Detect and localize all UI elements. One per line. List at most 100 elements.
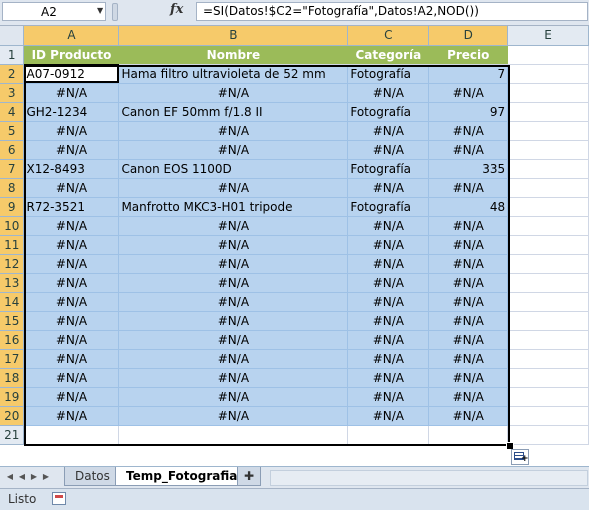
cell-a[interactable]: #N/A	[23, 273, 120, 293]
cell-b[interactable]: #N/A	[118, 273, 349, 293]
header-cell-categoria[interactable]: Categoría	[347, 45, 430, 65]
cell-e[interactable]	[507, 387, 589, 407]
cell-e[interactable]	[507, 178, 589, 198]
row-header[interactable]: 15	[0, 311, 25, 331]
cell-e[interactable]	[507, 121, 589, 141]
cell-c[interactable]: #N/A	[347, 368, 430, 388]
cell-a[interactable]: #N/A	[23, 254, 120, 274]
cell-d[interactable]: #N/A	[428, 235, 509, 255]
cell-d[interactable]: #N/A	[428, 349, 509, 369]
cell-b[interactable]: #N/A	[118, 235, 349, 255]
empty-cell[interactable]	[118, 425, 349, 445]
row-header[interactable]: 7	[0, 159, 25, 179]
cell-b[interactable]: #N/A	[118, 292, 349, 312]
cell-c[interactable]: Fotografía	[347, 102, 430, 122]
cell-a[interactable]: #N/A	[23, 368, 120, 388]
cell-b[interactable]: Canon EOS 1100D	[118, 159, 349, 179]
cell-a[interactable]: R72-3521	[23, 197, 120, 217]
cell-c[interactable]: #N/A	[347, 273, 430, 293]
tab-temp-fotografia[interactable]: Temp_Fotografia	[115, 467, 249, 486]
cell-b[interactable]: #N/A	[118, 83, 349, 103]
cell-b[interactable]: Canon EF 50mm f/1.8 II	[118, 102, 349, 122]
cell-b[interactable]: #N/A	[118, 178, 349, 198]
cell-d[interactable]: 48	[428, 197, 509, 217]
cell-a[interactable]: #N/A	[23, 349, 120, 369]
cell-d[interactable]: #N/A	[428, 311, 509, 331]
formula-input[interactable]: =SI(Datos!$C2="Fotografía",Datos!A2,NOD(…	[196, 2, 588, 21]
cell-d[interactable]: #N/A	[428, 368, 509, 388]
cell-b[interactable]: Hama filtro ultravioleta de 52 mm	[118, 64, 349, 84]
cell-c[interactable]: Fotografía	[347, 197, 430, 217]
column-header-c[interactable]: C	[347, 26, 430, 46]
empty-cell[interactable]	[347, 425, 430, 445]
empty-cell[interactable]	[507, 425, 589, 445]
cell-e[interactable]	[507, 330, 589, 350]
cell-a[interactable]: #N/A	[23, 235, 120, 255]
cell-c[interactable]: #N/A	[347, 235, 430, 255]
cell-c[interactable]: Fotografía	[347, 159, 430, 179]
row-header[interactable]: 4	[0, 102, 25, 122]
row-header[interactable]: 14	[0, 292, 25, 312]
row-header[interactable]: 13	[0, 273, 25, 293]
cell-a[interactable]: #N/A	[23, 311, 120, 331]
row-header[interactable]: 17	[0, 349, 25, 369]
row-header[interactable]: 20	[0, 406, 25, 426]
cell-e[interactable]	[507, 406, 589, 426]
insert-sheet-icon[interactable]: ✚	[237, 467, 262, 486]
horizontal-scrollbar[interactable]	[270, 470, 588, 486]
select-all-corner[interactable]	[0, 26, 25, 46]
cell-e[interactable]	[507, 349, 589, 369]
cell-c[interactable]: #N/A	[347, 349, 430, 369]
cell-e[interactable]	[507, 102, 589, 122]
row-header[interactable]: 19	[0, 387, 25, 407]
cell-b[interactable]: #N/A	[118, 387, 349, 407]
fx-icon[interactable]: fx	[170, 2, 183, 17]
cell-e[interactable]	[507, 216, 589, 236]
next-sheet-icon[interactable]: ▶	[28, 470, 40, 484]
cell-c[interactable]: #N/A	[347, 216, 430, 236]
cell-b[interactable]: #N/A	[118, 406, 349, 426]
cell-d[interactable]: 7	[428, 64, 509, 84]
row-header[interactable]: 5	[0, 121, 25, 141]
cell-d[interactable]: #N/A	[428, 330, 509, 350]
cell-d[interactable]: 97	[428, 102, 509, 122]
cell-a[interactable]: #N/A	[23, 387, 120, 407]
cell-c[interactable]: #N/A	[347, 406, 430, 426]
cell-b[interactable]: #N/A	[118, 216, 349, 236]
cell-d[interactable]: #N/A	[428, 83, 509, 103]
cell-c[interactable]: #N/A	[347, 178, 430, 198]
cell-e[interactable]	[507, 292, 589, 312]
cell-c[interactable]: #N/A	[347, 292, 430, 312]
row-header[interactable]: 16	[0, 330, 25, 350]
chevron-down-icon[interactable]: ▼	[97, 6, 103, 15]
column-header-a[interactable]: A	[23, 26, 120, 46]
row-header[interactable]: 8	[0, 178, 25, 198]
cell-e[interactable]	[507, 83, 589, 103]
cell-c[interactable]: #N/A	[347, 387, 430, 407]
prev-sheet-icon[interactable]: ◀	[16, 470, 28, 484]
cell-e[interactable]	[507, 235, 589, 255]
cell-d[interactable]: 335	[428, 159, 509, 179]
column-header-d[interactable]: D	[428, 26, 509, 46]
cell-b[interactable]: Manfrotto MKC3-H01 tripode	[118, 197, 349, 217]
cell-d[interactable]: #N/A	[428, 140, 509, 160]
cell-c[interactable]: #N/A	[347, 254, 430, 274]
empty-cell[interactable]	[428, 425, 509, 445]
row-header[interactable]: 21	[0, 425, 25, 445]
cell-d[interactable]: #N/A	[428, 273, 509, 293]
cell-b[interactable]: #N/A	[118, 330, 349, 350]
cell-a[interactable]: #N/A	[23, 83, 120, 103]
cell-a[interactable]: #N/A	[23, 216, 120, 236]
cell-b[interactable]: #N/A	[118, 254, 349, 274]
cell-b[interactable]: #N/A	[118, 121, 349, 141]
cell-e[interactable]	[507, 311, 589, 331]
cell-e[interactable]	[507, 140, 589, 160]
cell-a[interactable]: A07-0912	[23, 64, 120, 84]
cell-e[interactable]	[507, 273, 589, 293]
tab-datos[interactable]: Datos	[64, 467, 121, 486]
cell-a[interactable]: #N/A	[23, 406, 120, 426]
column-header-b[interactable]: B	[118, 26, 349, 46]
cell-b[interactable]: #N/A	[118, 349, 349, 369]
cell-c[interactable]: #N/A	[347, 311, 430, 331]
cell-a[interactable]: #N/A	[23, 178, 120, 198]
